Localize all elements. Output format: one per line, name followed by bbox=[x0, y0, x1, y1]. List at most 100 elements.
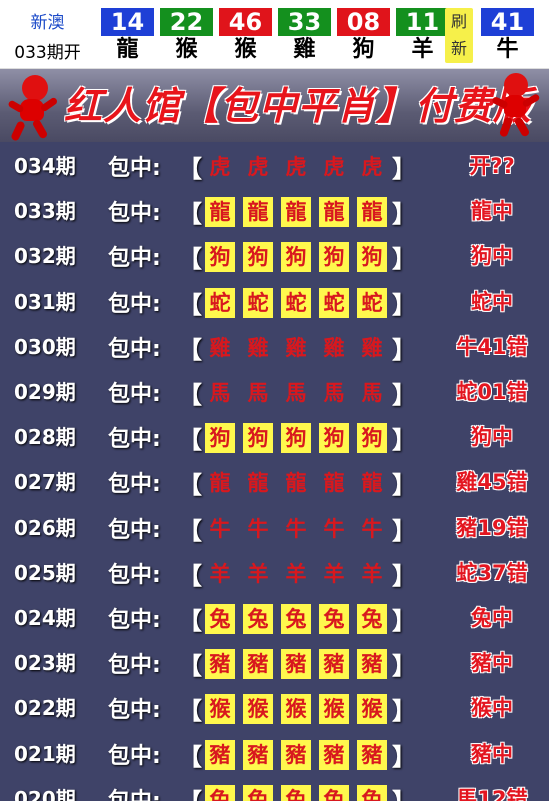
bracket-close: 】 bbox=[392, 652, 416, 681]
prediction-row: 026期 包中: 【牛牛牛牛牛】豬19错 bbox=[0, 506, 549, 551]
zodiac-pick: 狗 bbox=[357, 242, 387, 273]
bracket-close: 】 bbox=[392, 426, 416, 455]
prediction-row: 032期 包中: 【狗狗狗狗狗】狗中 bbox=[0, 234, 549, 279]
row-label: 包中: bbox=[108, 472, 161, 498]
row-issue: 034期 bbox=[14, 154, 76, 178]
zodiac-pick: 猴 bbox=[205, 694, 235, 725]
row-issue: 023期 bbox=[14, 651, 76, 676]
row-result: 牛41错 bbox=[456, 334, 528, 359]
bracket-close: 】 bbox=[392, 290, 416, 319]
zodiac-pick: 羊 bbox=[323, 561, 345, 586]
row-result: 雞45错 bbox=[456, 470, 528, 495]
zodiac-pick: 蛇 bbox=[243, 287, 273, 318]
zodiac-pick: 雞 bbox=[323, 335, 345, 360]
zodiac-pick: 兔 bbox=[319, 784, 349, 801]
zodiac-pick: 雞 bbox=[209, 335, 231, 360]
row-issue: 029期 bbox=[14, 380, 76, 404]
site-name[interactable]: 新澳 bbox=[0, 8, 95, 33]
row-issue: 024期 bbox=[14, 606, 76, 630]
zodiac-pick: 狗 bbox=[319, 242, 349, 273]
bracket-open: 【 bbox=[178, 742, 202, 771]
row-result: 蛇01错 bbox=[456, 380, 528, 404]
zodiac-pick: 豬 bbox=[319, 739, 349, 770]
zodiac-pick: 豬 bbox=[357, 739, 387, 770]
ball-zodiac: 龍 bbox=[116, 37, 139, 62]
zodiac-pick: 豬 bbox=[357, 649, 387, 680]
zodiac-pick: 龍 bbox=[285, 471, 307, 496]
row-result: 馬12错 bbox=[456, 786, 528, 801]
zodiac-pick: 兔 bbox=[319, 604, 349, 634]
bracket-open: 【 bbox=[178, 245, 202, 274]
zodiac-pick: 豬 bbox=[205, 739, 235, 770]
zodiac-pick: 狗 bbox=[243, 242, 273, 273]
draw-result-bar: 新澳 033期开 14 龍 22 猴 46 猴 33 雞 08 狗 11 羊 41 牛 刷新 bbox=[0, 0, 549, 69]
zodiac-pick: 牛 bbox=[247, 516, 269, 541]
row-issue: 021期 bbox=[14, 741, 76, 766]
zodiac-pick: 龍 bbox=[357, 197, 387, 228]
ball-number: 08 bbox=[337, 8, 390, 36]
zodiac-pick: 兔 bbox=[205, 784, 235, 801]
zodiac-pick: 兔 bbox=[205, 604, 235, 634]
zodiac-pick: 虎 bbox=[247, 155, 269, 179]
prediction-row: 034期 包中: 【虎虎虎虎虎】开?? bbox=[0, 144, 549, 189]
row-label: 包中: bbox=[108, 783, 161, 801]
row-issue: 033期 bbox=[14, 199, 76, 224]
draw-ball: 46 猴 bbox=[219, 8, 272, 63]
zodiac-pick: 猴 bbox=[243, 694, 273, 725]
zodiac-pick: 豬 bbox=[243, 739, 273, 770]
bracket-open: 【 bbox=[178, 335, 202, 364]
row-issue: 025期 bbox=[14, 560, 76, 585]
row-result: 豬中 bbox=[471, 651, 513, 676]
row-issue: 026期 bbox=[14, 515, 76, 540]
ball-zodiac: 羊 bbox=[411, 37, 434, 62]
row-result: 猴中 bbox=[471, 696, 513, 721]
draw-ball: 08 狗 bbox=[337, 8, 390, 63]
banner-title: 红人馆【包中平肖】付费版 bbox=[64, 84, 533, 128]
row-issue: 031期 bbox=[14, 289, 76, 314]
zodiac-pick: 虎 bbox=[361, 155, 383, 179]
zodiac-pick: 猴 bbox=[281, 694, 311, 725]
draw-issue-label: 033期开 bbox=[14, 43, 81, 63]
zodiac-pick: 虎 bbox=[285, 155, 307, 179]
ball-zodiac: 猴 bbox=[175, 37, 198, 62]
zodiac-pick: 雞 bbox=[285, 335, 307, 360]
zodiac-pick: 雞 bbox=[361, 335, 383, 360]
zodiac-pick: 牛 bbox=[323, 516, 345, 541]
refresh-button[interactable]: 刷新 bbox=[445, 8, 473, 63]
prediction-list: 034期 包中: 【虎虎虎虎虎】开?? 033期 包中: 【龍龍龍龍龍】龍中 032期 包中:… bbox=[0, 142, 549, 801]
ball-zodiac: 狗 bbox=[352, 37, 375, 62]
zodiac-pick: 蛇 bbox=[357, 287, 387, 318]
zodiac-pick: 兔 bbox=[281, 784, 311, 801]
row-label: 包中: bbox=[108, 653, 161, 679]
row-label: 包中: bbox=[108, 608, 161, 633]
bracket-close: 】 bbox=[392, 607, 416, 635]
bracket-open: 【 bbox=[178, 652, 202, 681]
latest-draw-info: 新澳 033期开 bbox=[0, 0, 95, 68]
row-result: 豬19错 bbox=[456, 515, 528, 540]
zodiac-pick: 狗 bbox=[243, 423, 273, 454]
prediction-row: 021期 包中: 【豬豬豬豬豬】豬中 bbox=[0, 732, 549, 777]
bracket-open: 【 bbox=[178, 697, 202, 726]
row-label: 包中: bbox=[108, 291, 161, 317]
zodiac-pick: 虎 bbox=[323, 155, 345, 179]
prediction-row: 025期 包中: 【羊羊羊羊羊】蛇37错 bbox=[0, 551, 549, 596]
zodiac-pick: 牛 bbox=[361, 516, 383, 541]
row-label: 包中: bbox=[108, 156, 161, 181]
prediction-row: 020期包中:【兔兔兔兔兔】馬12错 bbox=[0, 777, 549, 801]
row-result: 狗中 bbox=[471, 425, 513, 450]
row-result: 狗中 bbox=[471, 244, 513, 269]
zodiac-pick: 龍 bbox=[361, 471, 383, 496]
zodiac-pick: 猴 bbox=[357, 694, 387, 725]
row-label: 包中: bbox=[108, 246, 161, 272]
bracket-close: 】 bbox=[392, 335, 416, 364]
ball-zodiac: 雞 bbox=[293, 37, 316, 62]
prediction-row: 033期 包中: 【龍龍龍龍龍】龍中 bbox=[0, 189, 549, 234]
zodiac-pick: 兔 bbox=[357, 604, 387, 634]
prediction-row: 029期 包中: 【馬馬馬馬馬】蛇01错 bbox=[0, 370, 549, 415]
bracket-close: 】 bbox=[392, 697, 416, 726]
ball-number: 41 bbox=[481, 8, 534, 36]
row-result: 蛇中 bbox=[471, 289, 513, 314]
draw-ball: 22 猴 bbox=[160, 8, 213, 63]
row-result: 豬中 bbox=[471, 741, 513, 766]
row-issue: 028期 bbox=[14, 425, 76, 450]
